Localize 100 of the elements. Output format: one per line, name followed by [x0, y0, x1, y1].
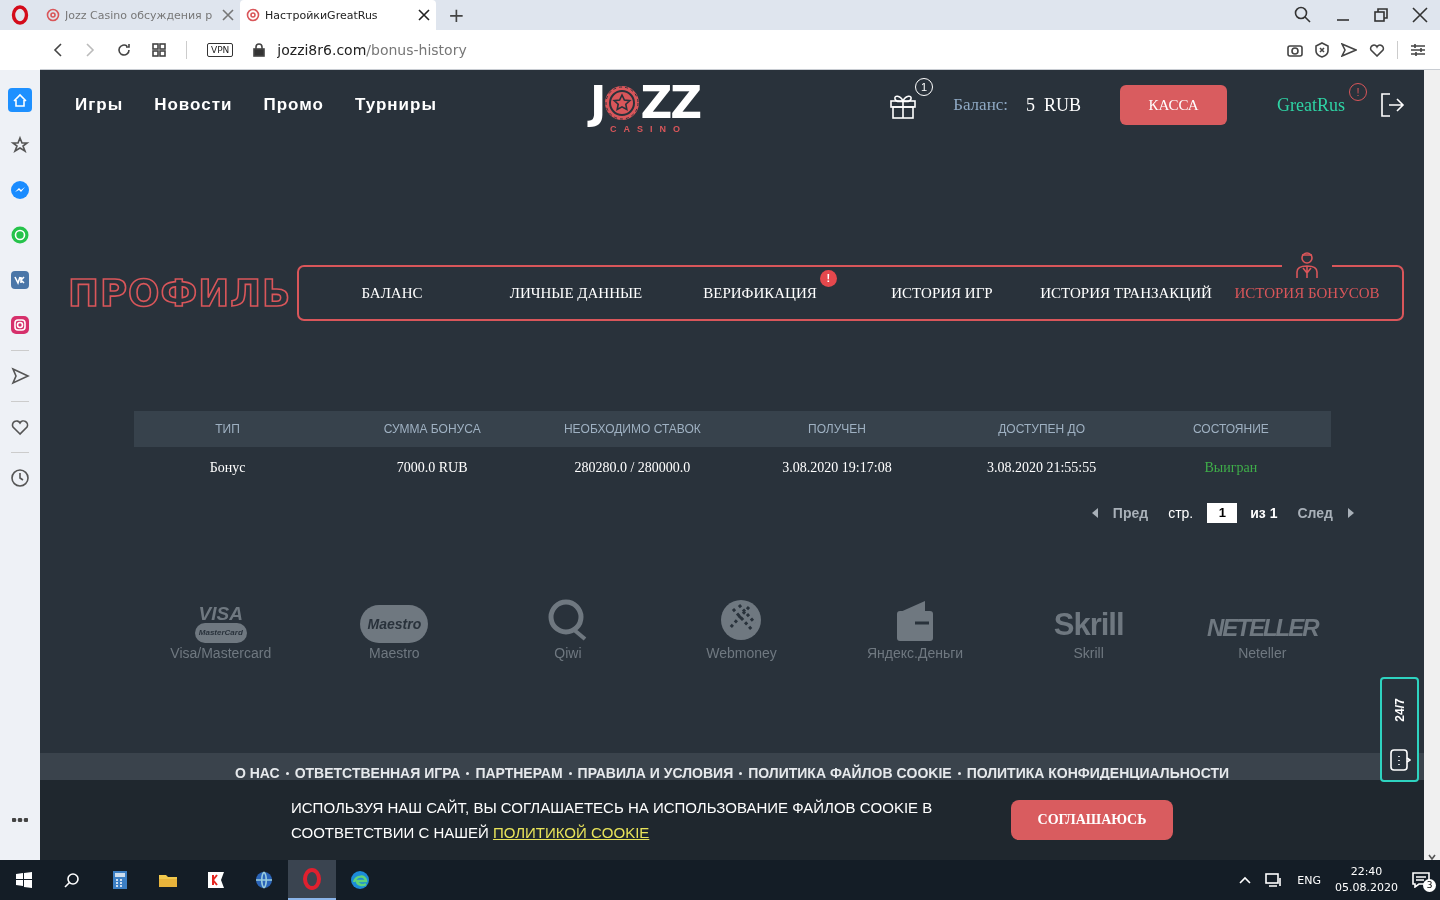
nav-link[interactable]: Новости — [154, 95, 233, 115]
grid-icon[interactable] — [152, 42, 166, 57]
windows-start-icon[interactable] — [16, 872, 32, 888]
send-icon — [10, 366, 30, 386]
more-icon[interactable] — [12, 818, 28, 822]
footer-link[interactable]: ПАРТНЕРАМ — [475, 765, 563, 781]
chevron-up-icon[interactable] — [1239, 876, 1252, 884]
sidebar-item[interactable] — [8, 466, 32, 490]
profile-tab[interactable]: ИСТОРИЯ ИГР — [891, 284, 993, 302]
network-icon[interactable] — [1265, 873, 1284, 887]
clock-time[interactable]: 22:40 — [1350, 864, 1383, 880]
column-header: ДОСТУПЕН ДО — [952, 411, 1131, 447]
calculator-icon[interactable] — [112, 870, 128, 890]
payment-method-label: Visa/Mastercard — [170, 645, 272, 661]
new-tab-button[interactable]: + — [444, 0, 469, 30]
profile-tab[interactable]: ИСТОРИЯ ТРАНЗАКЦИЙ — [1040, 284, 1212, 302]
camera-icon[interactable] — [1287, 42, 1303, 57]
messenger-icon — [10, 180, 30, 200]
payment-method-label: Яндекс.Деньги — [867, 645, 964, 661]
clock-date[interactable]: 05.08.2020 — [1335, 880, 1398, 896]
sidebar-item[interactable] — [8, 88, 32, 112]
browser-tab[interactable]: Jozz Casino обсуждения р — [40, 0, 240, 30]
globe-app-icon[interactable] — [254, 870, 274, 890]
column-header: СОСТОЯНИЕ — [1130, 411, 1331, 447]
roulette-icon[interactable] — [603, 83, 642, 122]
balance-value: 5 RUB — [1026, 94, 1081, 116]
column-header: СУММА БОНУСА — [321, 411, 544, 447]
page-title: ПРОФИЛЬ — [68, 271, 293, 315]
settings-icon[interactable] — [1410, 42, 1426, 57]
table-cell: Бонус — [134, 447, 322, 489]
table-cell: 7000.0 RUB — [321, 447, 544, 489]
star-icon — [10, 135, 30, 155]
folder-icon[interactable] — [158, 872, 178, 888]
search-icon[interactable] — [64, 872, 80, 888]
page-label: стр. — [1168, 505, 1194, 521]
footer-link[interactable]: О НАС — [234, 765, 280, 781]
table-cell: 3.08.2020 19:17:08 — [721, 447, 953, 489]
sidebar-item[interactable] — [8, 364, 32, 388]
language-indicator[interactable]: ENG — [1297, 873, 1321, 887]
next-arrow-icon[interactable] — [1347, 508, 1355, 518]
agree-button[interactable]: СОГЛАШАЮСЬ — [1011, 800, 1173, 840]
heart-icon[interactable] — [1369, 42, 1385, 57]
nav-link[interactable]: Игры — [75, 95, 124, 115]
cashier-button[interactable]: КАССА — [1120, 85, 1227, 125]
search-icon[interactable] — [1294, 6, 1312, 24]
nav-link[interactable]: Промо — [263, 95, 324, 115]
nav-link[interactable]: Турниры — [355, 95, 437, 115]
opera-logo-icon[interactable] — [11, 5, 29, 25]
scrollbar[interactable] — [1424, 70, 1440, 860]
back-icon[interactable] — [52, 42, 64, 57]
payment-method-label: Neteller — [1238, 645, 1287, 661]
visa-mastercard-logo: VISA MasterCard — [194, 605, 247, 643]
whatsapp-icon — [10, 225, 30, 245]
maestro-logo: Maestro — [360, 605, 429, 643]
send-icon[interactable] — [1341, 42, 1357, 57]
footer-link[interactable]: ПОЛИТИКА КОНФИДЕНЦИАЛЬНОСТИ — [966, 765, 1230, 781]
close-icon[interactable] — [418, 9, 430, 21]
support-widget[interactable]: 24/7 — [1380, 677, 1419, 782]
skrill-logo: Skrill — [1053, 607, 1124, 643]
logo-subtitle: CASINO — [609, 123, 688, 134]
logout-icon[interactable] — [1379, 92, 1405, 118]
notifications-icon[interactable] — [1412, 872, 1430, 888]
history-icon — [10, 468, 30, 488]
close-icon[interactable] — [1412, 7, 1428, 23]
prev-arrow-icon[interactable] — [1090, 508, 1099, 518]
profile-tab[interactable]: БАЛАНС — [361, 284, 423, 302]
chat-icon — [1388, 748, 1411, 772]
table-cell: 3.08.2020 21:55:55 — [952, 447, 1131, 489]
shield-icon[interactable] — [1315, 41, 1329, 58]
sidebar-item[interactable] — [8, 178, 32, 202]
logo-text[interactable]: ZZ — [640, 82, 701, 123]
page-input[interactable]: 1 — [1207, 503, 1238, 523]
heart-icon — [10, 417, 30, 437]
balance-label: Баланс: — [953, 95, 1008, 115]
prev-link[interactable]: Пред — [1112, 505, 1149, 521]
next-link[interactable]: След — [1297, 505, 1333, 521]
favicon-icon — [46, 8, 60, 22]
profile-tab[interactable]: ЛИЧНЫЕ ДАННЫЕ — [509, 284, 643, 302]
cookie-policy-link[interactable]: ПОЛИТИКОЙ COOKIE — [492, 824, 650, 841]
instagram-icon — [10, 315, 30, 335]
lock-icon — [253, 42, 266, 57]
scroll-down-icon — [1428, 854, 1436, 860]
sidebar-item[interactable] — [8, 313, 32, 337]
reload-icon[interactable] — [116, 41, 132, 58]
vpn-badge[interactable]: VPN — [207, 42, 234, 57]
notification-count: 3 — [1423, 879, 1436, 892]
table-cell: 280280.0 / 280000.0 — [543, 447, 722, 489]
browser-tab[interactable]: НастройкиGreatRus — [240, 0, 436, 30]
alert-badge: ! — [819, 269, 837, 287]
restore-icon[interactable] — [1374, 8, 1388, 22]
neteller-logo: NETELLER — [1206, 613, 1318, 643]
address-field[interactable]: jozzi8r6.com/bonus-history — [277, 41, 467, 58]
sidebar-item[interactable] — [8, 268, 32, 292]
edge-app-icon[interactable] — [349, 869, 371, 891]
payment-method-label: Maestro — [369, 645, 420, 661]
column-header: ТИП — [134, 411, 322, 447]
footer-link[interactable]: ПОЛИТИКА ФАЙЛОВ COOKIE — [748, 765, 952, 781]
browser-app-icon[interactable] — [206, 870, 226, 890]
footer-link[interactable]: ОТВЕТСТВЕННАЯ ИГРА — [294, 765, 461, 781]
footer-link[interactable]: ПРАВИЛА И УСЛОВИЯ — [577, 765, 734, 781]
